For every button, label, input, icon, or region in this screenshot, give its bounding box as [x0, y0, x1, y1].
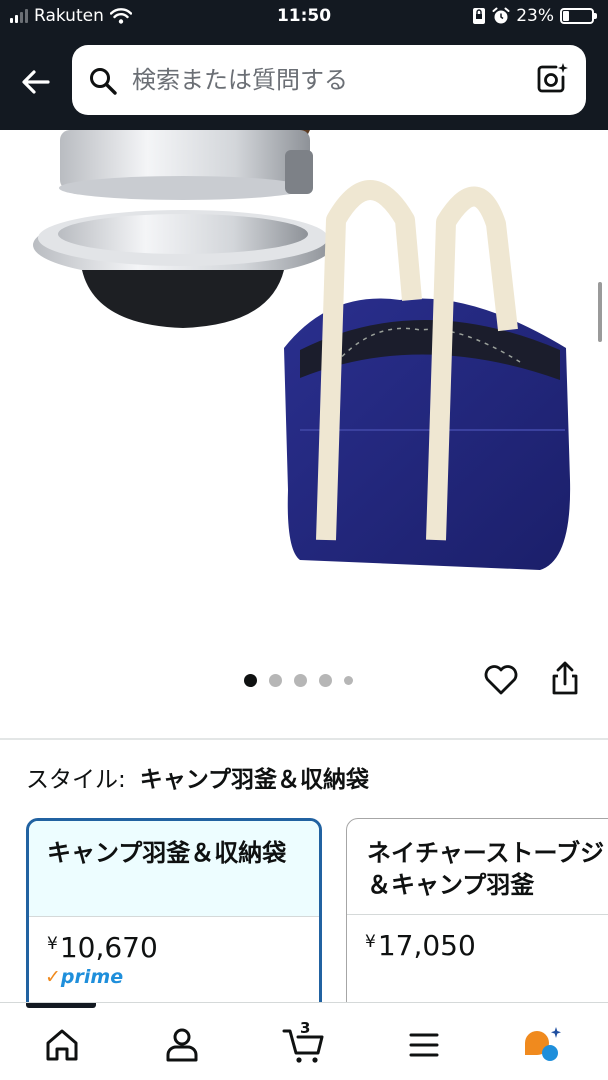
share-icon[interactable] [546, 660, 584, 698]
search-icon [90, 68, 117, 95]
prime-badge: ✓prime [45, 966, 124, 988]
carousel-dot[interactable] [294, 674, 307, 687]
style-option-price: ¥10,670 [47, 931, 158, 964]
carousel-dot[interactable] [319, 674, 332, 687]
carousel-dot[interactable] [244, 674, 257, 687]
menu-icon[interactable] [404, 1025, 444, 1065]
camera-search-icon[interactable] [534, 61, 570, 97]
search-bar[interactable] [72, 45, 586, 115]
cart-button[interactable]: 3 [282, 1019, 324, 1065]
ai-assistant-icon[interactable] [522, 1025, 562, 1065]
status-right: 23% [472, 6, 597, 26]
scroll-indicator [598, 282, 602, 342]
image-carousel-dots[interactable] [244, 674, 353, 687]
profile-icon[interactable] [162, 1025, 202, 1065]
style-option-price: ¥17,050 [365, 929, 476, 962]
bottom-navigation: 3 [0, 1002, 608, 1080]
app-header [0, 34, 608, 130]
search-input[interactable] [132, 59, 512, 101]
style-option[interactable]: ネイチャーストーブジ＆キャンプ羽釜 ¥17,050 [346, 818, 608, 1018]
product-image [33, 130, 571, 570]
orientation-lock-icon [473, 8, 486, 24]
style-selector-header: スタイル: キャンプ羽釜＆収納袋 [26, 760, 369, 794]
style-option-title: キャンプ羽釜＆収納袋 [29, 821, 319, 917]
section-divider [0, 738, 608, 740]
prime-check-icon: ✓ [45, 966, 61, 988]
style-option-title: ネイチャーストーブジ＆キャンプ羽釜 [347, 819, 608, 915]
back-arrow-icon[interactable] [18, 64, 54, 100]
home-icon[interactable] [42, 1025, 82, 1065]
style-option-selected[interactable]: キャンプ羽釜＆収納袋 ¥10,670 ✓prime [26, 818, 322, 1018]
active-tab-indicator [26, 1003, 96, 1008]
product-image-gallery[interactable] [0, 130, 608, 740]
battery-icon [560, 8, 597, 24]
status-bar: Rakuten 11:50 23% [0, 0, 608, 34]
wishlist-heart-icon[interactable] [482, 660, 520, 698]
cart-count-badge: 3 [300, 1019, 311, 1037]
battery-percent: 23% [516, 6, 554, 26]
style-label: スタイル: [26, 767, 126, 793]
alarm-icon [492, 7, 510, 24]
carousel-dot[interactable] [344, 676, 353, 685]
carousel-dot[interactable] [269, 674, 282, 687]
style-selected-value: キャンプ羽釜＆収納袋 [139, 767, 370, 793]
